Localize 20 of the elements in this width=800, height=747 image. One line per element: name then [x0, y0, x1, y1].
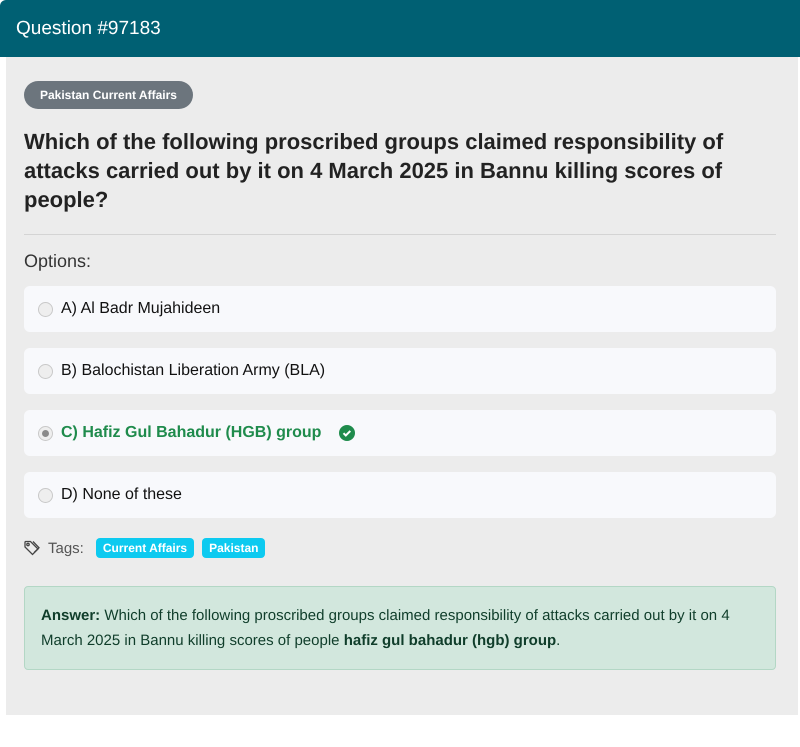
options-heading: Options: [24, 251, 92, 272]
radio-button[interactable] [38, 302, 53, 316]
option-row[interactable]: C) Hafiz Gul Bahadur (HGB) group [24, 410, 776, 456]
option-row[interactable]: A) Al Badr Mujahideen [24, 286, 776, 332]
radio-button[interactable] [38, 426, 53, 440]
question-number: Question #97183 [16, 18, 161, 40]
answer-text: Answer: Which of the following proscribed groups claimed responsibility of attacks carried out by it on 4 March 2025 in Bannu killing scores of people hafiz gul bahadur (hgb) group. [24, 586, 776, 670]
tag-icon [24, 540, 40, 556]
option-label: D) None of these [61, 486, 182, 504]
option-label: B) Balochistan Liberation Army (BLA) [61, 362, 326, 380]
category-badge[interactable]: Pakistan Current Affairs [24, 81, 193, 109]
option-row[interactable]: B) Balochistan Liberation Army (BLA) [24, 348, 776, 394]
radio-button[interactable] [38, 364, 53, 378]
option-label: C) Hafiz Gul Bahadur (HGB) group [61, 424, 322, 442]
radio-button[interactable] [38, 488, 53, 502]
check-icon [339, 425, 356, 441]
option-label: A) Al Badr Mujahideen [61, 300, 220, 318]
option-row[interactable]: D) None of these [24, 472, 776, 518]
tags-label: Tags: [48, 540, 84, 556]
question-text: Which of the following proscribed groups claimed responsibility of attacks carried out by it on 4 March 2025 in Bannu killing scores of people? [24, 128, 724, 214]
